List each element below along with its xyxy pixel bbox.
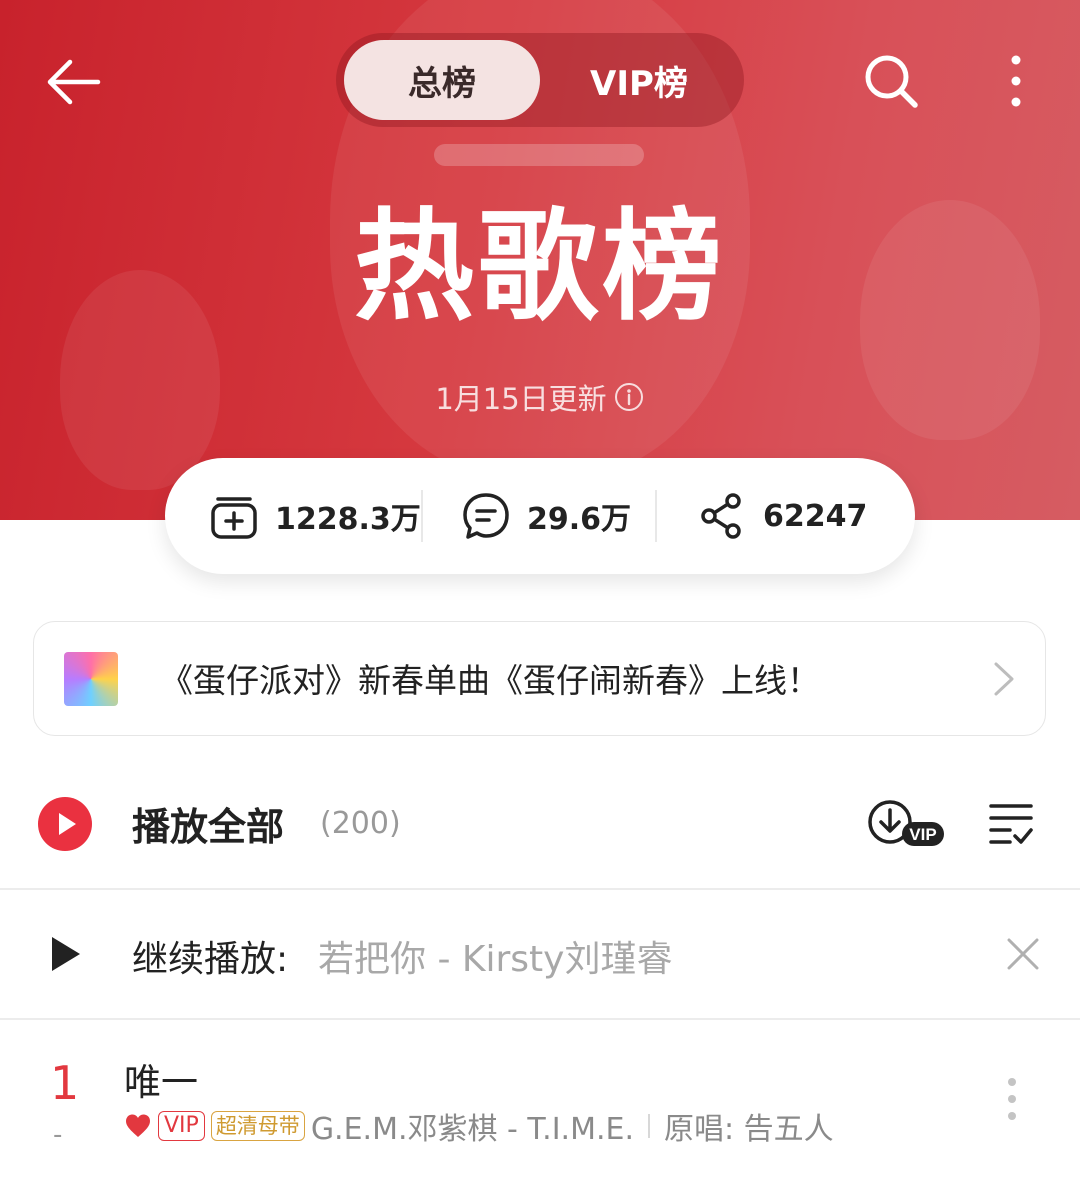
share-icon [701,493,741,539]
section-divider [0,888,1080,890]
back-arrow-icon[interactable] [40,48,108,116]
promo-banner[interactable]: 《蛋仔派对》新春单曲《蛋仔闹新春》上线！ [33,621,1046,736]
chart-type-switcher: 总榜 VIP榜 [336,33,744,127]
continue-play-label[interactable]: 继续播放: [132,930,288,982]
tab-vip[interactable]: VIP榜 [542,40,736,120]
play-all-button[interactable] [38,797,92,851]
section-divider [0,1018,1080,1020]
continue-play-song[interactable]: 若把你 - Kirsty刘瑾睿 [318,930,672,982]
chart-title: 热歌榜 [354,198,726,337]
add-collection-icon [211,497,257,539]
heart-icon[interactable] [124,1113,152,1139]
share-button[interactable]: 62247 [697,458,867,574]
song-rank: 1 [50,1056,80,1110]
continue-play-icon[interactable] [52,937,80,971]
song-title: 唯一 [124,1061,198,1104]
multi-select-icon[interactable] [988,800,1034,846]
stats-divider [655,490,657,542]
collect-count: 1228.3万 [275,502,421,537]
stats-card: 1228.3万 29.6万 62247 [165,458,915,574]
blurred-source-label [434,144,644,166]
comment-icon [463,493,509,539]
vip-download-icon[interactable]: VIP [866,795,946,855]
collect-button[interactable]: 1228.3万 [209,458,421,574]
update-date: 1月15日更新 [435,382,607,416]
comment-button[interactable]: 29.6万 [461,458,631,574]
song-count: (200) [320,806,401,841]
chevron-right-icon [994,662,1014,696]
info-circle-icon[interactable] [613,381,645,413]
banner-text: 《蛋仔派对》新春单曲《蛋仔闹新春》上线！ [160,661,820,700]
close-icon[interactable] [1006,937,1040,971]
tab-overall[interactable]: 总榜 [344,40,540,120]
banner-thumbnail [64,652,118,706]
share-count: 62247 [763,498,868,534]
play-all-label[interactable]: 播放全部 [132,796,284,851]
more-vertical-icon[interactable] [1002,1076,1022,1122]
update-info: 1月15日更新 [0,376,1080,418]
search-icon[interactable] [860,50,922,112]
original-singer: 原唱: 告五人 [664,1112,834,1147]
rank-change: - [53,1120,63,1150]
song-meta: VIP 超清母带 G.E.M.邓紫棋 - T.I.M.E. 原唱: 告五人 [124,1106,834,1147]
stats-divider [421,490,423,542]
more-vertical-icon[interactable] [1000,50,1032,112]
quality-badge: 超清母带 [210,1111,305,1141]
meta-divider [648,1114,651,1138]
vip-badge-text: VIP [909,825,936,844]
vip-badge: VIP [158,1111,205,1141]
artist-album: G.E.M.邓紫棋 - T.I.M.E. [310,1112,635,1147]
comment-count: 29.6万 [527,502,632,537]
